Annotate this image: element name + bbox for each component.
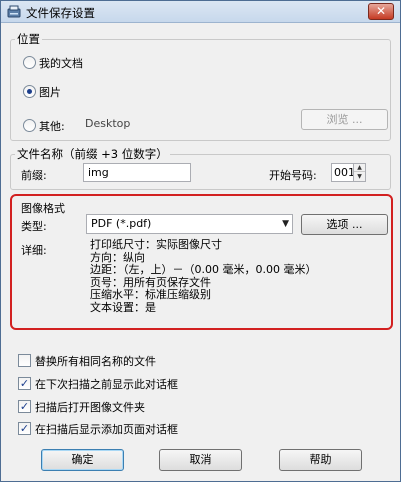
file-type-value: PDF (*.pdf) xyxy=(91,217,152,230)
close-button[interactable]: ✕ xyxy=(368,3,394,20)
location-legend: 位置 xyxy=(15,31,42,47)
detail-paper-size: 打印纸尺寸：实际图像尺寸 xyxy=(90,238,222,251)
radio-other[interactable] xyxy=(23,119,36,132)
scanner-app-icon xyxy=(7,5,21,18)
detail-compression: 压缩水平：标准压缩级别 xyxy=(90,288,211,301)
start-number-label: 开始号码: xyxy=(269,169,317,182)
stepper-up-icon[interactable]: ▲ xyxy=(354,164,365,172)
ok-button[interactable]: 确定 xyxy=(41,449,124,471)
format-details: 打印纸尺寸：实际图像尺寸 方向：纵向 边距：（左，上）－（0.00 毫米，0.0… xyxy=(90,238,317,314)
file-name-legend: 文件名称（前缀 +3 位数字） xyxy=(15,146,170,162)
help-button[interactable]: 帮助 xyxy=(279,449,362,471)
checkbox-replace-same-name[interactable] xyxy=(18,354,31,367)
window-title: 文件保存设置 xyxy=(26,6,95,20)
checkbox-add-page-dialog[interactable]: ✓ xyxy=(18,422,31,435)
title-bar: 文件保存设置 ✕ xyxy=(1,1,400,23)
checkbox-open-folder-label: 扫描后打开图像文件夹 xyxy=(35,401,145,414)
chevron-down-icon: ▼ xyxy=(282,219,289,229)
options-button[interactable]: 选项 ... xyxy=(301,214,388,235)
checkbox-show-before-scan[interactable]: ✓ xyxy=(18,377,31,390)
prefix-label: 前缀: xyxy=(21,169,47,182)
radio-my-documents[interactable] xyxy=(23,56,36,69)
radio-other-label: 其他: xyxy=(39,120,65,133)
checkbox-open-folder[interactable]: ✓ xyxy=(18,400,31,413)
cancel-button[interactable]: 取消 xyxy=(159,449,242,471)
prefix-input[interactable]: img xyxy=(83,163,191,182)
radio-pictures[interactable] xyxy=(23,85,36,98)
checkbox-replace-same-name-label: 替换所有相同名称的文件 xyxy=(35,355,156,368)
start-number-input[interactable]: 001 xyxy=(331,163,355,182)
details-label: 详细: xyxy=(21,244,47,257)
other-location-path: Desktop xyxy=(85,117,131,130)
detail-text-setting: 文本设置：是 xyxy=(90,300,156,314)
file-save-settings-dialog: 文件保存设置 ✕ 位置 我的文档 图片 其他: Desktop 浏览 ... 文… xyxy=(0,0,401,482)
checkbox-add-page-dialog-label: 在扫描后显示添加页面对话框 xyxy=(35,423,178,436)
type-label: 类型: xyxy=(21,220,47,233)
detail-margins: 边距：（左，上）－（0.00 毫米，0.00 毫米） xyxy=(90,263,317,276)
radio-pictures-label: 图片 xyxy=(39,86,61,99)
stepper-down-icon[interactable]: ▼ xyxy=(354,173,365,181)
radio-my-documents-label: 我的文档 xyxy=(39,57,83,70)
file-type-select[interactable]: PDF (*.pdf) ▼ xyxy=(86,214,293,234)
image-format-legend: 图像格式 xyxy=(21,202,65,215)
checkbox-show-before-scan-label: 在下次扫描之前显示此对话框 xyxy=(35,378,178,391)
close-icon: ✕ xyxy=(375,4,387,18)
browse-button[interactable]: 浏览 ... xyxy=(301,109,388,130)
start-number-stepper[interactable]: ▲ ▼ xyxy=(353,163,366,182)
